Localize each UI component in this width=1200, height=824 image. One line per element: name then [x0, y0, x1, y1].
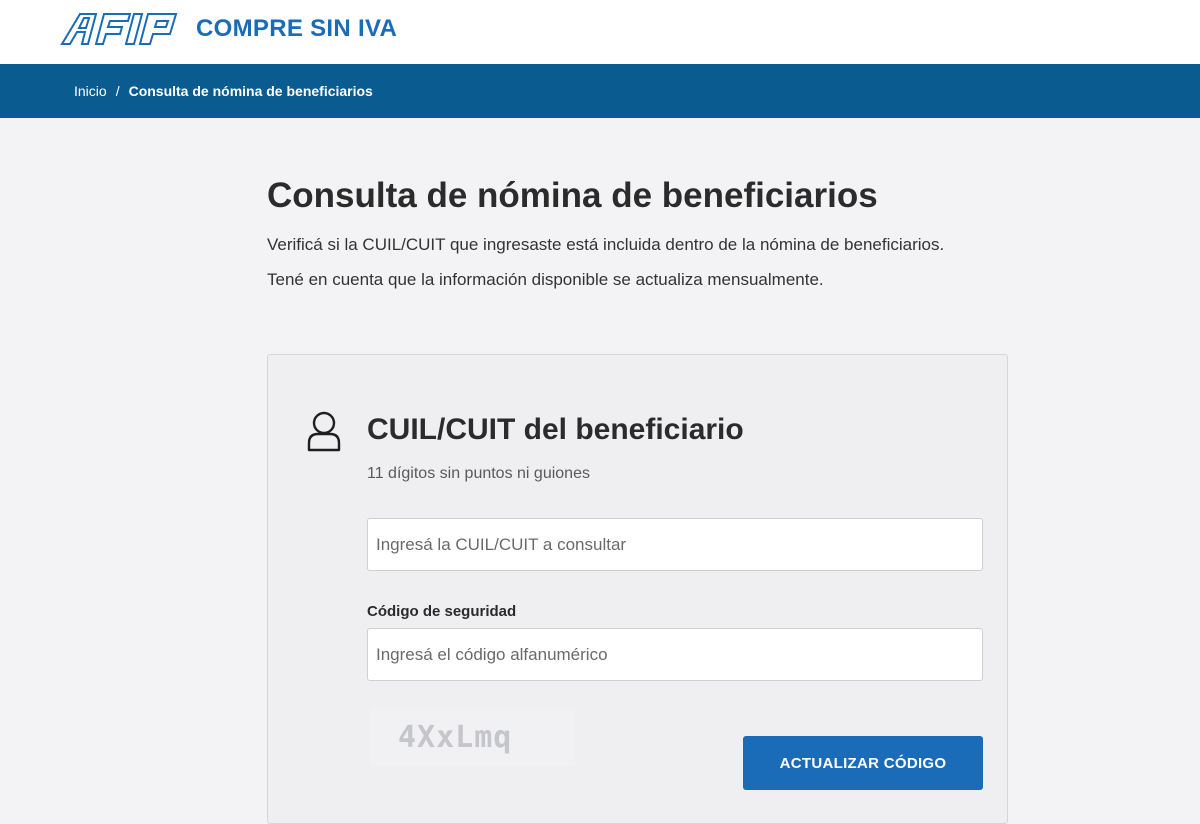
refresh-code-button[interactable]: ACTUALIZAR CÓDIGO	[743, 736, 983, 790]
intro-text-1: Verificá si la CUIL/CUIT que ingresaste …	[267, 235, 945, 254]
cuil-input[interactable]	[367, 518, 983, 571]
page-title: Consulta de nómina de beneficiarios	[267, 176, 878, 215]
breadcrumb-separator: /	[115, 83, 120, 99]
afip-logo[interactable]	[60, 12, 186, 46]
breadcrumb: Inicio / Consulta de nómina de beneficia…	[74, 64, 373, 118]
user-icon	[307, 411, 341, 452]
intro-text-2: Tené en cuenta que la información dispon…	[267, 270, 824, 289]
breadcrumb-bar: Inicio / Consulta de nómina de beneficia…	[0, 64, 1200, 118]
form-subtitle: 11 dígitos sin puntos ni guiones	[367, 465, 590, 482]
security-code-label: Código de seguridad	[367, 603, 517, 620]
top-header: COMPRE SIN IVA	[0, 0, 1200, 64]
breadcrumb-current: Consulta de nómina de beneficiarios	[128, 83, 373, 99]
breadcrumb-home-link[interactable]: Inicio	[74, 83, 107, 99]
site-title: COMPRE SIN IVA	[196, 15, 398, 42]
form-title: CUIL/CUIT del beneficiario	[367, 413, 744, 446]
security-code-input[interactable]	[367, 628, 983, 681]
captcha-image: 4XxLmq	[370, 708, 575, 766]
captcha-text: 4XxLmq	[398, 719, 513, 755]
